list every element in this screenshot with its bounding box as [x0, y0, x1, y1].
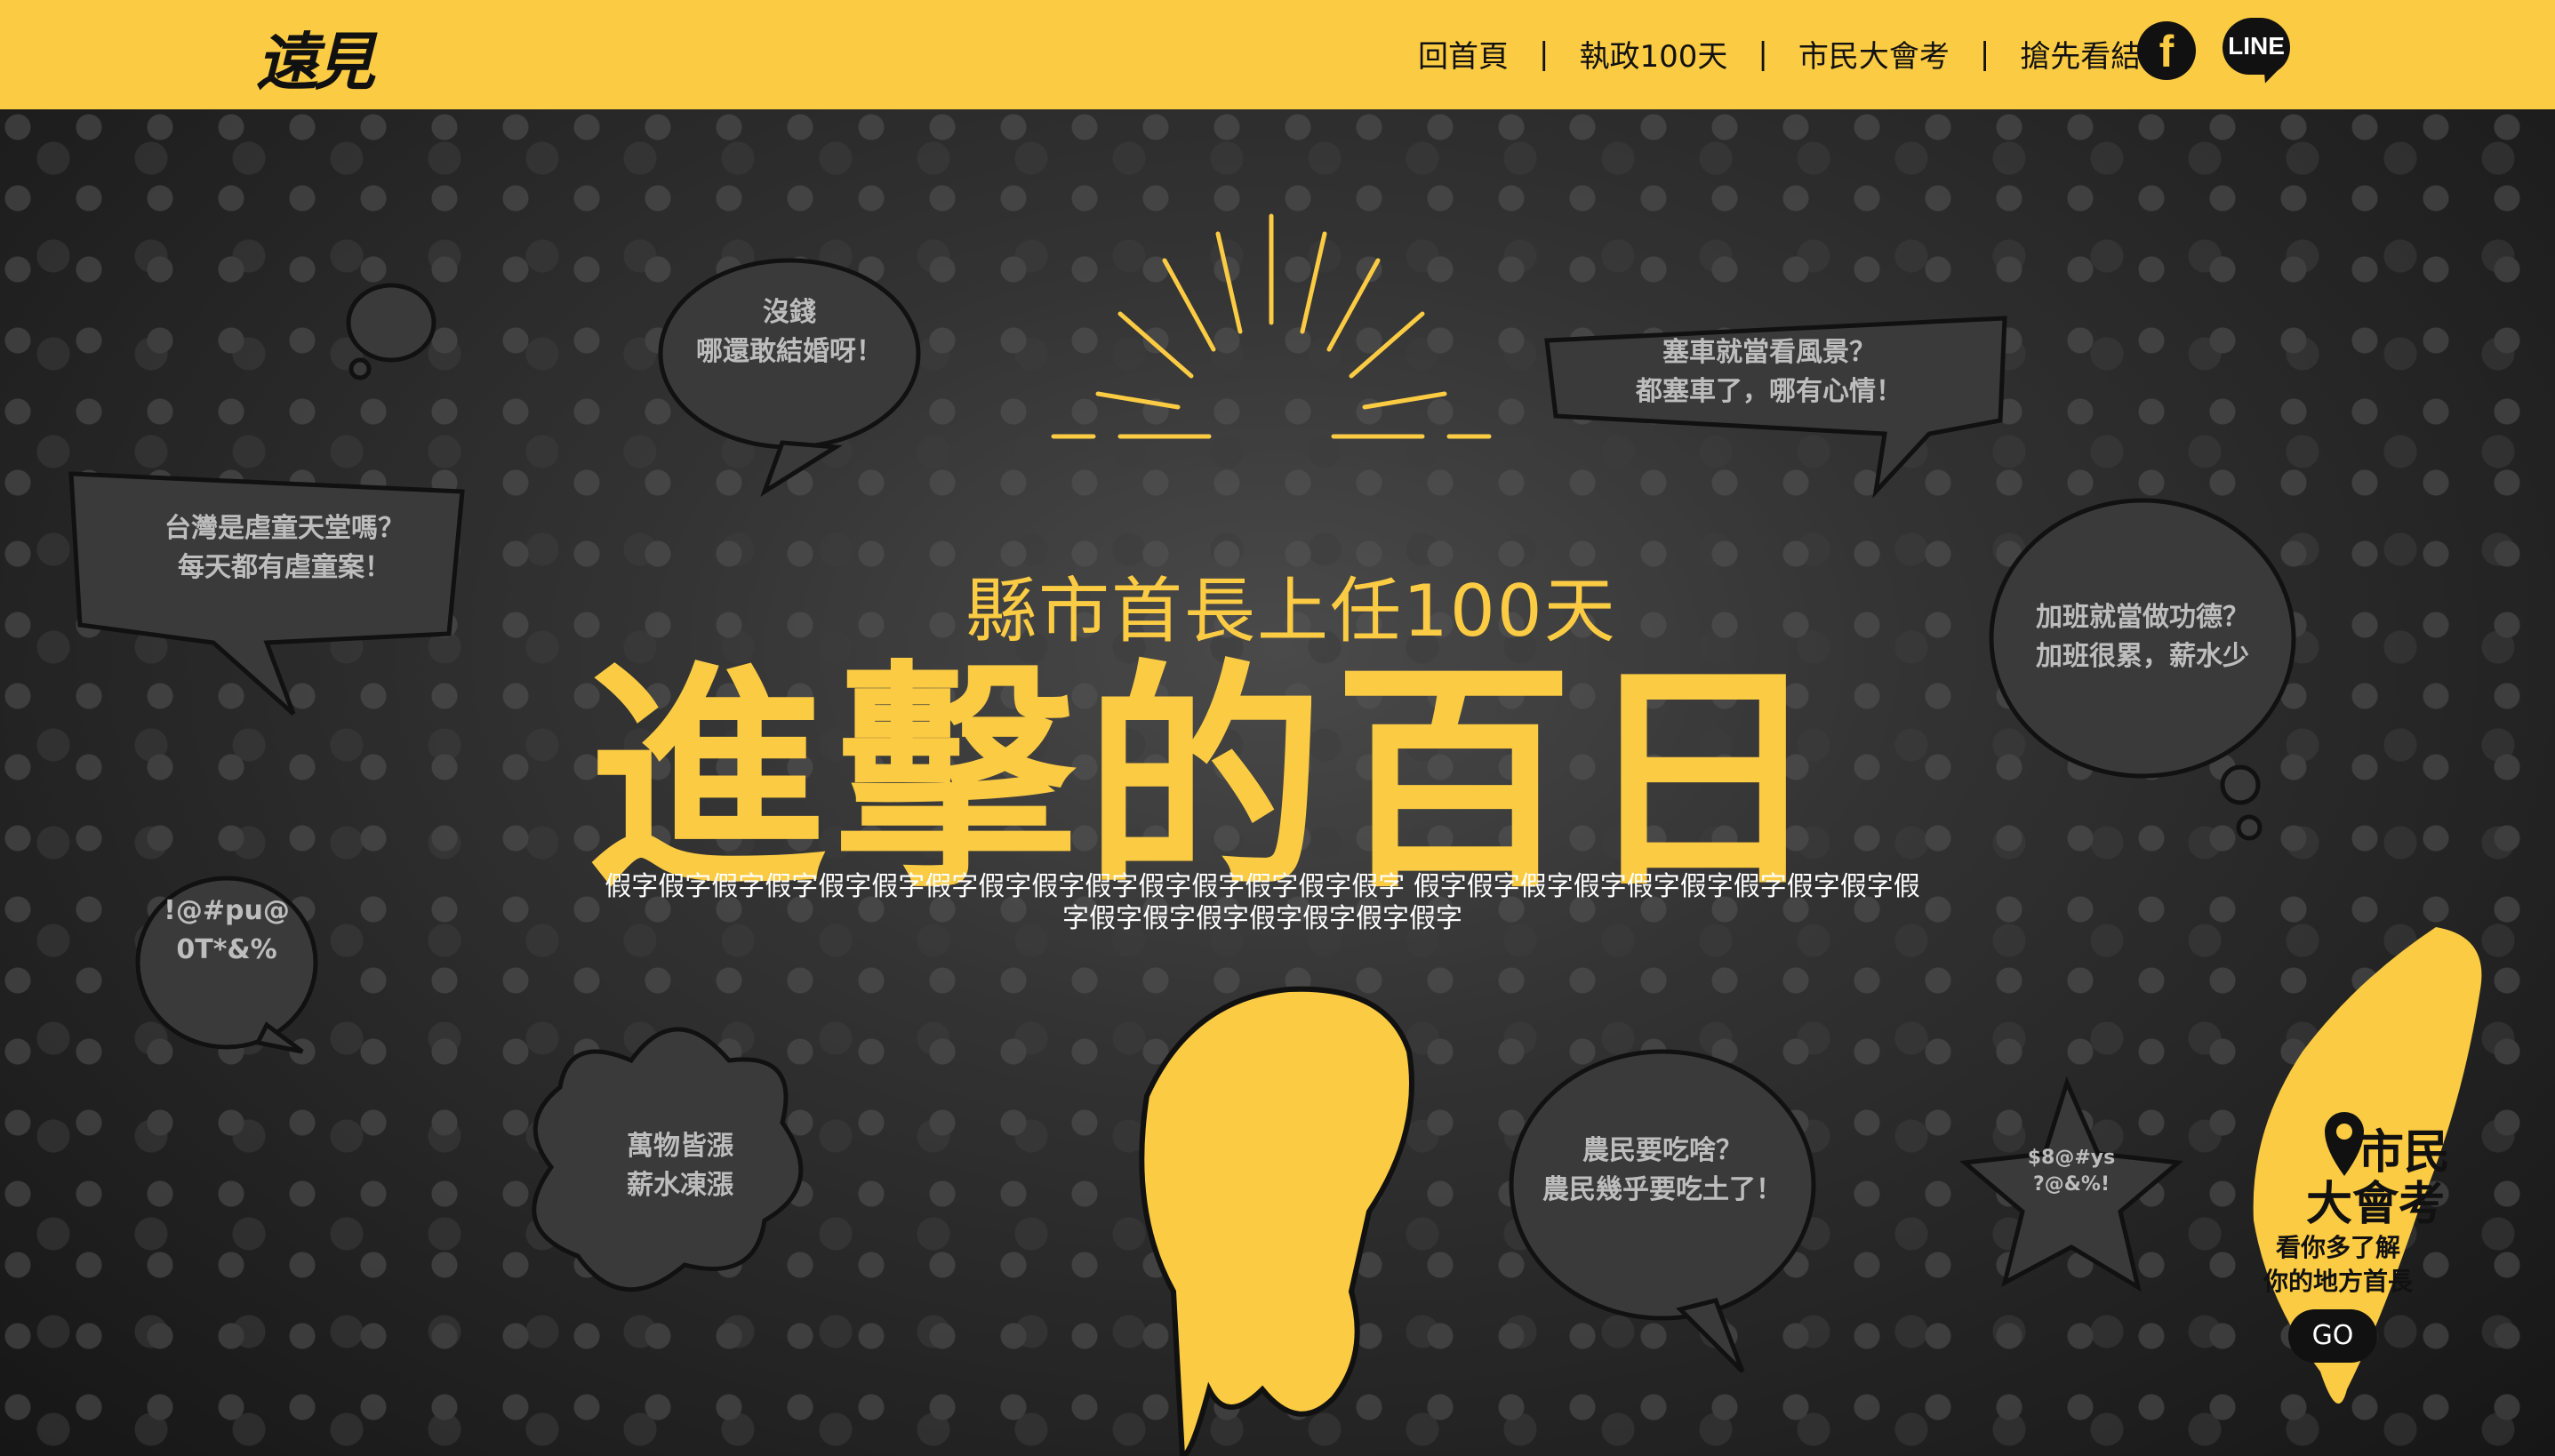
hero-title: 進擊的百日 — [587, 640, 1831, 920]
exam-title-line: 市民 — [2358, 1126, 2451, 1180]
nav-100-days[interactable]: 執政100天 — [1579, 32, 1727, 76]
nav-divider: | — [1979, 36, 1990, 72]
bubble-text: 加班就當做功德？ 加班很累，薪水少 — [2036, 602, 2249, 672]
bubble-text: 農民要吃啥？ 農民幾乎要吃土了！ — [1542, 1135, 1782, 1205]
sunburst-icon — [1051, 213, 1492, 439]
nav-home[interactable]: 回首頁 — [1418, 32, 1509, 76]
bubble-text: 塞車就當看風景？ 都塞車了，哪有心情！ — [1636, 337, 1902, 407]
line-icon[interactable]: LINE — [2223, 18, 2290, 75]
hero-section: 沒錢 哪還敢結婚呀！ 塞車就當看風景？ 都塞車了，哪有心情！ 台灣是虐童天堂嗎？… — [0, 109, 2555, 1456]
bubble-text: 萬物皆漲 薪水凍漲 — [627, 1131, 733, 1201]
exam-title-line: 大會考 — [2306, 1178, 2446, 1231]
hero-subtitle: 假字假字假字假字假字假字假字假字假字假字假字假字假字假字假字 假字假字假字假字假… — [551, 871, 1974, 935]
exam-sub-line: 看你多了解 — [2275, 1233, 2400, 1262]
subtitle-line: 假字假字假字假字假字假字假字假字假字假字假字假字假字假字假字 假字假字假字假字假… — [605, 871, 1920, 902]
main-nav: 回首頁 | 執政100天 | 市民大會考 | 搶先看結果 — [1418, 32, 2171, 76]
bubble-text: 沒錢 哪還敢結婚呀！ — [696, 297, 883, 367]
fist-icon — [1139, 986, 1414, 1456]
nav-divider: | — [1758, 36, 1768, 72]
brand-logo[interactable]: 遠見 — [256, 12, 375, 102]
nav-divider: | — [1539, 36, 1550, 72]
bubble-text: 台灣是虐童天堂嗎？ 每天都有虐童案！ — [164, 513, 404, 583]
exam-sub-line: 你的地方首長 — [2263, 1267, 2413, 1296]
subtitle-line: 字假字假字假字假字假字假字假字 — [1062, 903, 1462, 934]
facebook-icon[interactable]: f — [2137, 21, 2196, 80]
exam-widget-subtitle: 看你多了解 你的地方首長 — [2258, 1231, 2418, 1299]
go-button[interactable]: GO — [2288, 1309, 2377, 1363]
exam-widget-title: 市民 大會考 — [2306, 1127, 2450, 1230]
nav-citizen-exam[interactable]: 市民大會考 — [1798, 32, 1950, 76]
bubble-text: $8@#ys ?@&%! — [2027, 1147, 2116, 1196]
top-navigation-bar: 遠見 回首頁 | 執政100天 | 市民大會考 | 搶先看結果 f LINE — [0, 0, 2555, 109]
bubble-text: !@#pu@ 0T*&% — [164, 895, 290, 965]
